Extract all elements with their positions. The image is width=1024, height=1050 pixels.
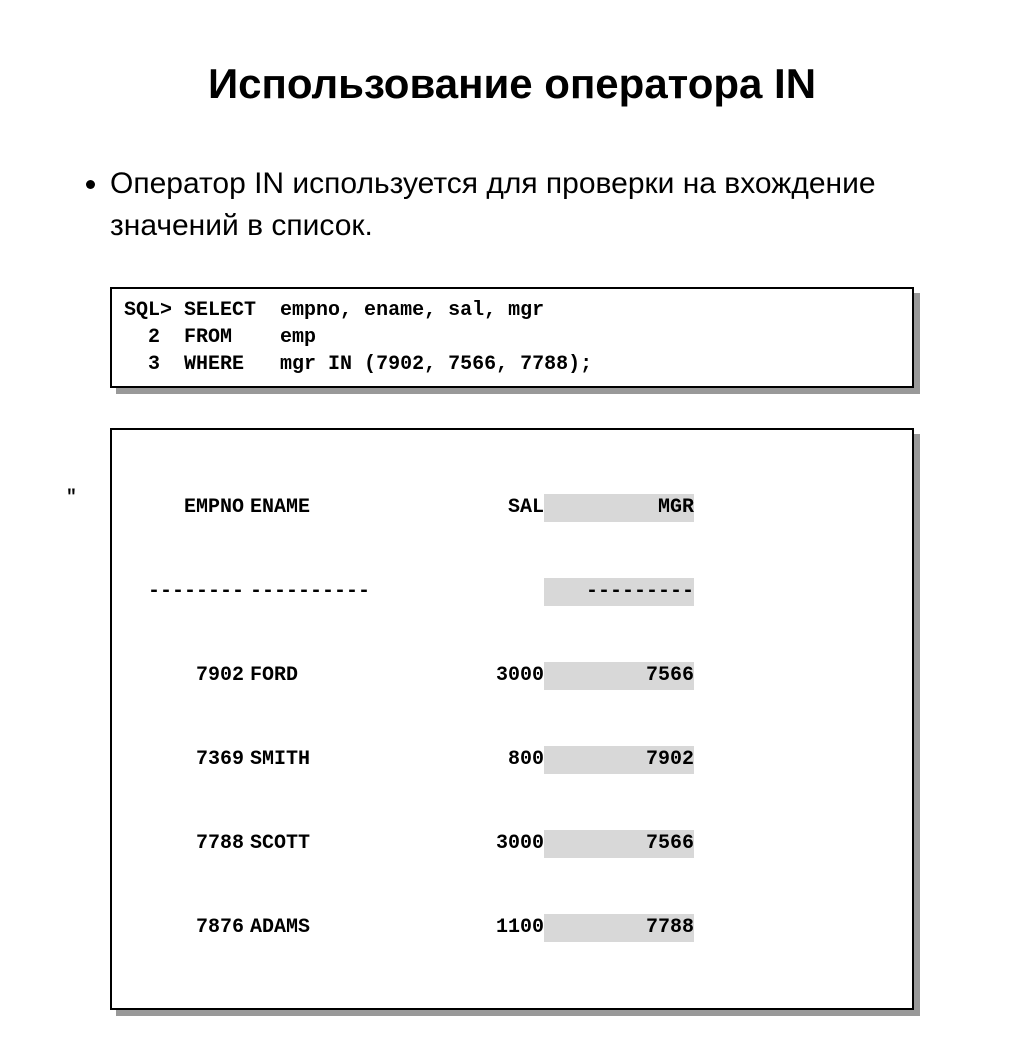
table-row: 7788SCOTT30007566 <box>112 830 912 858</box>
sql-line3-rest: mgr IN (7902, 7566, 7788); <box>280 353 592 376</box>
table-row: 7902FORD30007566 <box>112 662 912 690</box>
description-item: Оператор IN используется для проверки на… <box>110 163 954 247</box>
col-sal-header: SAL <box>384 494 544 522</box>
cell-ename: ADAMS <box>244 914 384 942</box>
sql-line1-keyword: SQL> SELECT <box>124 299 256 322</box>
sql-result-panel: EMPNOENAMESALMGR -----------------------… <box>110 428 914 1010</box>
sql-line3-keyword: 3 WHERE <box>124 353 244 376</box>
cell-sal: 1100 <box>384 914 544 942</box>
div-mgr: --------- <box>544 578 694 606</box>
cell-ename: SMITH <box>244 746 384 774</box>
cell-mgr: 7566 <box>544 830 694 858</box>
sql-line2-keyword: 2 FROM <box>124 326 232 349</box>
description-list: Оператор IN используется для проверки на… <box>70 163 954 247</box>
cell-ename: SCOTT <box>244 830 384 858</box>
cell-empno: 7876 <box>124 914 244 942</box>
sql-query-panel: SQL> SELECT empno, ename, sal, mgr 2 FRO… <box>110 287 914 388</box>
cell-mgr: 7566 <box>544 662 694 690</box>
slide: Использование оператора IN Оператор IN и… <box>0 0 1024 1050</box>
div-ename: ---------- <box>244 578 384 606</box>
cell-sal: 3000 <box>384 830 544 858</box>
table-row: 7876ADAMS11007788 <box>112 914 912 942</box>
table-row: 7369SMITH8007902 <box>112 746 912 774</box>
result-divider: --------------------------- <box>112 578 912 606</box>
col-empno-header: EMPNO <box>124 494 244 522</box>
cell-empno: 7902 <box>124 662 244 690</box>
cell-mgr: 7902 <box>544 746 694 774</box>
result-header: EMPNOENAMESALMGR <box>112 494 912 522</box>
sql-line1-rest: empno, ename, sal, mgr <box>280 299 544 322</box>
col-ename-header: ENAME <box>244 494 384 522</box>
col-mgr-header: MGR <box>544 494 694 522</box>
cell-empno: 7369 <box>124 746 244 774</box>
cell-empno: 7788 <box>124 830 244 858</box>
div-empno: -------- <box>124 578 244 606</box>
cell-mgr: 7788 <box>544 914 694 942</box>
sql-line2-rest: emp <box>280 326 316 349</box>
page-title: Использование оператора IN <box>70 60 954 108</box>
cell-sal: 3000 <box>384 662 544 690</box>
cell-sal: 800 <box>384 746 544 774</box>
stray-mark: " <box>66 488 77 508</box>
cell-ename: FORD <box>244 662 384 690</box>
